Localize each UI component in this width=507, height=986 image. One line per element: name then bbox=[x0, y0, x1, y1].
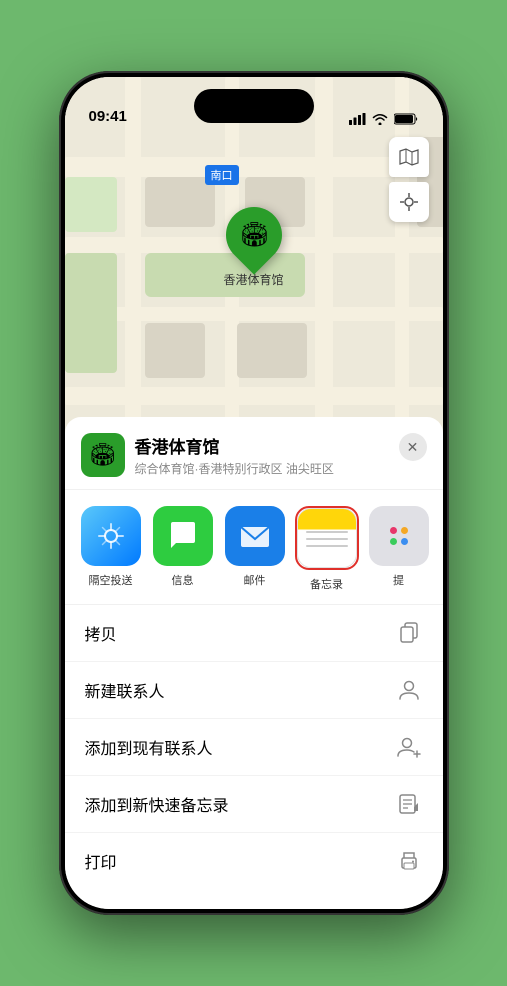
dot-blue bbox=[401, 538, 408, 545]
more-dot-row-1 bbox=[390, 527, 408, 534]
mail-label: 邮件 bbox=[244, 572, 266, 588]
action-print-label: 打印 bbox=[85, 849, 117, 873]
action-copy[interactable]: 拷贝 bbox=[65, 605, 443, 662]
notes-label: 备忘录 bbox=[310, 576, 343, 592]
wifi-icon bbox=[372, 113, 388, 125]
action-add-existing[interactable]: 添加到现有联系人 bbox=[65, 719, 443, 776]
messages-icon-wrap bbox=[153, 506, 213, 566]
mail-icon bbox=[238, 519, 272, 553]
stadium-marker: 🏟 香港体育馆 bbox=[223, 207, 283, 288]
copy-icon bbox=[395, 619, 423, 647]
share-row: 隔空投送 信息 bbox=[65, 490, 443, 605]
notes-selected-border bbox=[295, 506, 359, 570]
bottom-sheet: 🏟 香港体育馆 综合体育馆·香港特别行政区 油尖旺区 ✕ bbox=[65, 417, 443, 909]
person-add-icon bbox=[395, 733, 423, 761]
notes-line-3 bbox=[306, 545, 348, 547]
more-dots bbox=[390, 527, 408, 545]
printer-icon bbox=[395, 847, 423, 875]
airdrop-icon bbox=[95, 520, 127, 552]
close-button[interactable]: ✕ bbox=[399, 433, 427, 461]
place-icon: 🏟 bbox=[81, 433, 125, 477]
map-icon bbox=[399, 147, 419, 167]
share-item-airdrop[interactable]: 隔空投送 bbox=[81, 506, 141, 592]
messages-label: 信息 bbox=[172, 572, 194, 588]
map-label: 南口 bbox=[205, 165, 239, 185]
action-list: 拷贝 新建联系人 bbox=[65, 605, 443, 889]
share-item-notes[interactable]: 备忘录 bbox=[297, 506, 357, 592]
messages-icon bbox=[166, 519, 200, 553]
action-copy-label: 拷贝 bbox=[85, 621, 117, 645]
more-dot-row-2 bbox=[390, 538, 408, 545]
location-button[interactable] bbox=[389, 182, 429, 222]
place-subtitle: 综合体育馆·香港特别行政区 油尖旺区 bbox=[135, 460, 427, 477]
action-add-notes-label: 添加到新快速备忘录 bbox=[85, 792, 229, 816]
action-add-existing-label: 添加到现有联系人 bbox=[85, 735, 213, 759]
map-controls bbox=[389, 137, 429, 222]
location-icon bbox=[400, 193, 418, 211]
place-info: 香港体育馆 综合体育馆·香港特别行政区 油尖旺区 bbox=[135, 433, 427, 477]
action-print[interactable]: 打印 bbox=[65, 833, 443, 889]
action-new-contact-label: 新建联系人 bbox=[85, 678, 165, 702]
battery-icon bbox=[394, 113, 419, 125]
share-item-mail[interactable]: 邮件 bbox=[225, 506, 285, 592]
map-type-button[interactable] bbox=[389, 137, 429, 177]
place-header: 🏟 香港体育馆 综合体育馆·香港特别行政区 油尖旺区 ✕ bbox=[65, 417, 443, 490]
status-time: 09:41 bbox=[89, 108, 127, 125]
action-add-notes[interactable]: 添加到新快速备忘录 bbox=[65, 776, 443, 833]
action-new-contact[interactable]: 新建联系人 bbox=[65, 662, 443, 719]
notes-icon-wrap bbox=[297, 508, 357, 568]
airdrop-icon-wrap bbox=[81, 506, 141, 566]
map-label-text: 南口 bbox=[211, 170, 233, 182]
person-icon bbox=[395, 676, 423, 704]
marker-icon: 🏟 bbox=[238, 221, 268, 250]
notes-lines bbox=[306, 531, 348, 552]
phone-frame: 09:41 bbox=[59, 71, 449, 915]
notes-line-2 bbox=[306, 538, 348, 540]
marker-pin: 🏟 bbox=[214, 195, 293, 274]
signal-icon bbox=[349, 113, 366, 125]
share-item-messages[interactable]: 信息 bbox=[153, 506, 213, 592]
place-name: 香港体育馆 bbox=[135, 433, 427, 458]
notes-line-1 bbox=[306, 531, 348, 533]
airdrop-label: 隔空投送 bbox=[89, 572, 133, 588]
status-icons bbox=[349, 113, 419, 125]
mail-icon-wrap bbox=[225, 506, 285, 566]
note-icon bbox=[395, 790, 423, 818]
dot-orange bbox=[401, 527, 408, 534]
share-item-more[interactable]: 提 bbox=[369, 506, 429, 592]
dot-red bbox=[390, 527, 397, 534]
phone-screen: 09:41 bbox=[65, 77, 443, 909]
more-icon-wrap bbox=[369, 506, 429, 566]
dynamic-island bbox=[194, 89, 314, 123]
dot-green bbox=[390, 538, 397, 545]
more-label: 提 bbox=[393, 572, 404, 588]
